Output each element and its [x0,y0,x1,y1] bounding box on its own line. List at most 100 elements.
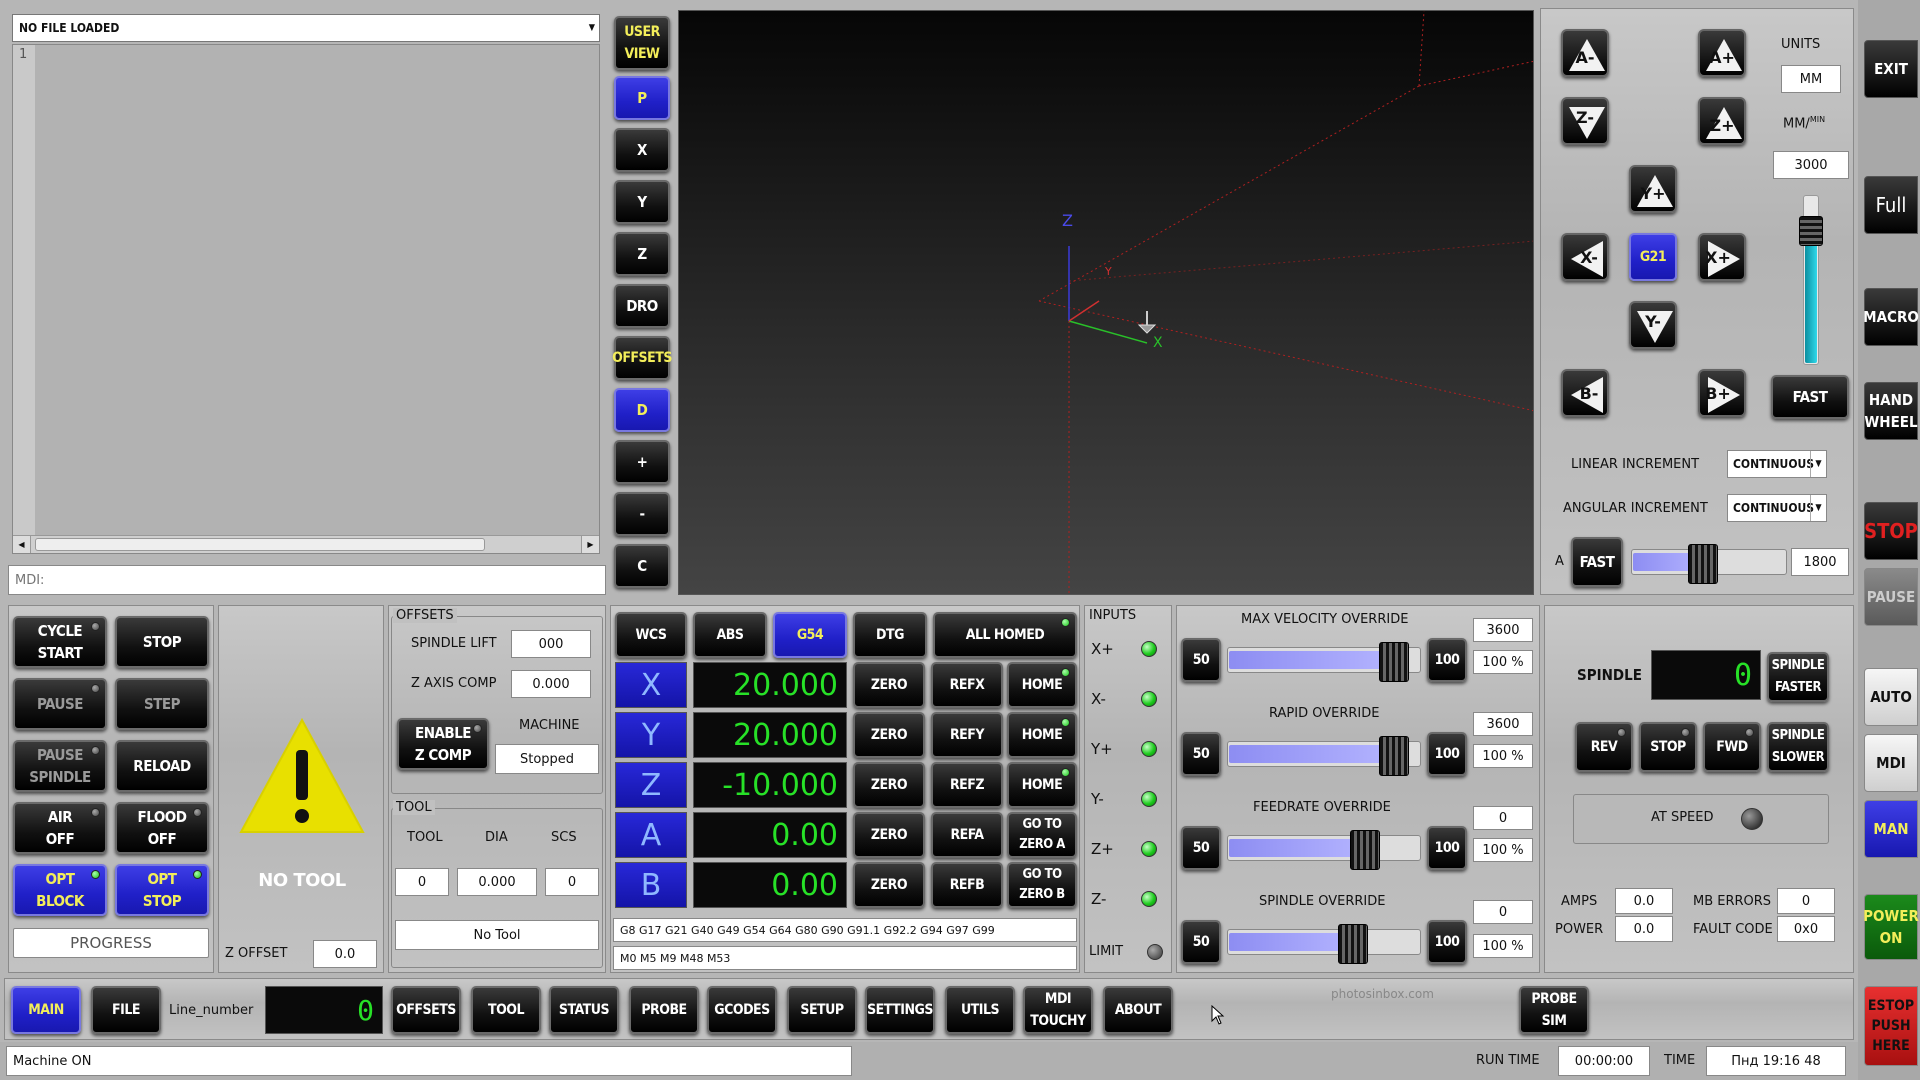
cycle-start-button[interactable]: CYCLE START [13,616,107,668]
spindle-override-slider[interactable] [1227,924,1421,964]
scroll-thumb[interactable] [35,538,485,551]
jog-x-minus-button[interactable]: X- [1561,233,1609,281]
air-button[interactable]: AIR OFF [13,802,107,854]
jog-rate-slider[interactable] [1799,195,1823,365]
linear-increment-select[interactable]: CONTINUOUS ▼ [1727,450,1827,478]
axis-x-button[interactable]: X [615,662,687,708]
max-velocity-slider[interactable] [1227,642,1421,682]
spindle-faster-button[interactable]: SPINDLE FASTER [1767,652,1829,702]
a-fast-button[interactable]: FAST [1571,537,1623,587]
tab-file[interactable]: FILE [91,986,161,1034]
feedrate-thumb[interactable] [1350,830,1380,870]
goto-zero-a-button[interactable]: GO TO ZERO A [1007,812,1077,858]
jog-a-minus-button[interactable]: A- [1561,29,1609,77]
mdi-input-box[interactable] [8,565,606,595]
manual-mode-button[interactable]: MAN [1864,800,1918,858]
max-velocity-thumb[interactable] [1379,642,1409,682]
rapid-slider[interactable] [1227,736,1421,776]
spindle-override-50-button[interactable]: 50 [1181,920,1221,964]
angular-increment-select[interactable]: CONTINUOUS ▼ [1727,494,1827,522]
exit-button[interactable]: EXIT [1864,40,1918,98]
axis-z-button[interactable]: Z [615,762,687,808]
view-y-button[interactable]: Y [614,180,670,224]
flood-button[interactable]: FLOOD OFF [115,802,209,854]
tab-mdi-touchy[interactable]: MDI TOUCHY [1023,986,1093,1034]
spindle-slower-button[interactable]: SPINDLE SLOWER [1767,722,1829,772]
axis-y-button[interactable]: Y [615,712,687,758]
feedrate-slider[interactable] [1227,830,1421,870]
step-button[interactable]: STEP [115,678,209,730]
tab-main[interactable]: MAIN [11,986,81,1034]
a-jog-value[interactable]: 1800 [1791,548,1849,576]
jog-b-minus-button[interactable]: B- [1561,369,1609,417]
max-velocity-50-button[interactable]: 50 [1181,638,1221,682]
tab-utils[interactable]: UTILS [945,986,1015,1034]
zero-z-button[interactable]: ZERO [853,762,925,808]
ref-b-button[interactable]: REFB [931,862,1003,908]
tab-gcodes[interactable]: GCODES [707,986,777,1034]
all-homed-button[interactable]: ALL HOMED [933,612,1077,658]
tab-settings[interactable]: SETTINGS [865,986,935,1034]
spindle-stop-button[interactable]: STOP [1639,722,1697,772]
zero-y-button[interactable]: ZERO [853,712,925,758]
home-x-button[interactable]: HOME [1007,662,1077,708]
spindle-lift-field[interactable]: 000 [511,630,591,658]
home-y-button[interactable]: HOME [1007,712,1077,758]
opt-stop-button[interactable]: OPT STOP [115,864,209,916]
jog-y-minus-button[interactable]: Y- [1629,301,1677,349]
zoom-out-button[interactable]: - [614,492,670,536]
user-view-button[interactable]: USER VIEW [614,16,670,70]
view-x-button[interactable]: X [614,128,670,172]
stop-mode-button[interactable]: STOP [1864,502,1918,560]
rapid-100-button[interactable]: 100 [1427,732,1467,776]
view-p-button[interactable]: P [614,76,670,120]
tab-status[interactable]: STATUS [549,986,619,1034]
view-d-button[interactable]: D [614,388,670,432]
power-on-button[interactable]: POWER ON [1863,894,1919,960]
jog-rate-field[interactable]: 3000 [1773,151,1849,179]
g21-units-button[interactable]: G21 [1629,233,1677,281]
view-offsets-button[interactable]: OFFSETS [612,336,672,380]
tab-offsets[interactable]: OFFSETS [391,986,461,1034]
spindle-override-100-button[interactable]: 100 [1427,920,1467,964]
home-z-button[interactable]: HOME [1007,762,1077,808]
jog-a-plus-button[interactable]: A+ [1698,29,1746,77]
tool-number-field[interactable]: 0 [395,868,449,896]
mdi-mode-button[interactable]: MDI [1864,734,1918,792]
ref-a-button[interactable]: REFA [931,812,1003,858]
probe-sim-button[interactable]: PROBE SIM [1519,986,1589,1034]
tab-probe[interactable]: PROBE [629,986,699,1034]
tool-dia-field[interactable]: 0.000 [457,868,537,896]
file-combo[interactable]: NO FILE LOADED ▼ [12,14,600,42]
scroll-right-icon[interactable]: ▶ [581,536,599,553]
spindle-rev-button[interactable]: REV [1575,722,1633,772]
jog-z-minus-button[interactable]: Z- [1561,97,1609,145]
fullscreen-button[interactable]: Full [1864,176,1918,234]
ref-z-button[interactable]: REFZ [931,762,1003,808]
a-jog-thumb[interactable] [1688,544,1718,584]
rapid-thumb[interactable] [1379,736,1409,776]
jog-z-plus-button[interactable]: Z+ [1698,97,1746,145]
macro-button[interactable]: MACRO [1863,288,1919,346]
z-axis-comp-field[interactable]: 0.000 [511,670,591,698]
run-stop-button[interactable]: STOP [115,616,209,668]
a-jog-slider[interactable] [1631,544,1787,584]
jog-x-plus-button[interactable]: X+ [1698,233,1746,281]
feedrate-50-button[interactable]: 50 [1181,826,1221,870]
h-scrollbar[interactable]: ◀ ▶ [13,535,599,553]
spindle-override-thumb[interactable] [1338,924,1368,964]
goto-zero-b-button[interactable]: GO TO ZERO B [1007,862,1077,908]
tab-about[interactable]: ABOUT [1103,986,1173,1034]
g54-button[interactable]: G54 [773,612,847,658]
max-velocity-100-button[interactable]: 100 [1427,638,1467,682]
axis-b-button[interactable]: B [615,862,687,908]
mdi-input[interactable] [9,566,605,594]
axis-a-button[interactable]: A [615,812,687,858]
run-pause-button[interactable]: PAUSE [13,678,107,730]
view-z-button[interactable]: Z [614,232,670,276]
zoom-in-button[interactable]: + [614,440,670,484]
clear-plot-button[interactable]: C [614,544,670,588]
pause-spindle-button[interactable]: PAUSE SPINDLE [13,740,107,792]
tool-scs-field[interactable]: 0 [545,868,599,896]
scroll-left-icon[interactable]: ◀ [13,536,31,553]
